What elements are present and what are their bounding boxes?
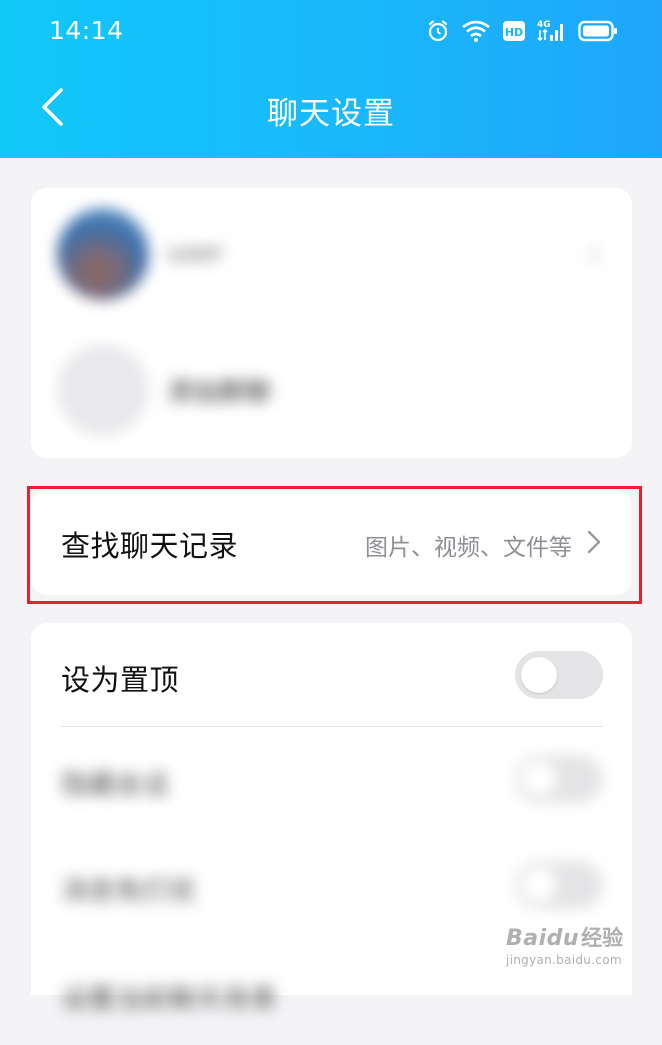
members-card: user 添加群聊 [31, 188, 632, 458]
alarm-icon [426, 19, 450, 43]
page-title: 聊天设置 [267, 96, 395, 132]
hd-icon: HD [502, 19, 526, 43]
avatar [57, 208, 149, 300]
svg-text:4G: 4G [537, 20, 551, 30]
dnd-toggle[interactable] [515, 861, 603, 909]
member-row-primary[interactable]: user [31, 188, 632, 318]
add-member-avatar [57, 344, 149, 436]
watermark-sub: 经验 [581, 926, 624, 950]
member-row-add[interactable]: 添加群聊 [31, 320, 632, 450]
search-history-hint: 图片、视频、文件等 [365, 535, 572, 561]
pin-top-label: 设为置顶 [61, 663, 180, 697]
watermark: Baidu经验 jingyan.baidu.com [506, 922, 623, 967]
toggle-knob [521, 657, 557, 693]
status-time: 14:14 [49, 16, 124, 45]
wifi-icon [461, 19, 491, 43]
setting-row-mute: 隐藏会话 [31, 727, 632, 831]
status-bar: 14:14 HD 4G [0, 0, 662, 62]
toggle-knob [521, 761, 557, 797]
watermark-brand: Bai [506, 926, 547, 951]
toggle-knob [521, 867, 557, 903]
search-history-label: 查找聊天记录 [61, 529, 239, 563]
setting-row-pin-top: 设为置顶 [31, 623, 632, 727]
mute-label: 隐藏会话 [61, 770, 169, 801]
battery-icon [578, 19, 618, 43]
chevron-right-icon [586, 242, 602, 272]
header: 14:14 HD 4G 聊天设置 [0, 0, 662, 158]
status-icons: HD 4G [426, 14, 618, 48]
mute-toggle[interactable] [515, 755, 603, 803]
svg-text:HD: HD [505, 26, 523, 39]
search-history-row[interactable]: 查找聊天记录 图片、视频、文件等 [31, 490, 632, 595]
member-name: user [167, 238, 224, 268]
pin-top-toggle[interactable] [515, 651, 603, 699]
watermark-url: jingyan.baidu.com [506, 953, 622, 967]
watermark-brand-suffix: du [546, 926, 580, 951]
nav-bar: 聊天设置 [0, 62, 662, 158]
signal-4g-icon: 4G [537, 18, 567, 44]
more-label: 设置当前聊天背景 [61, 984, 277, 1015]
dnd-label: 消息免打扰 [61, 876, 196, 907]
chevron-right-icon [586, 529, 602, 559]
add-member-label: 添加群聊 [167, 378, 272, 408]
